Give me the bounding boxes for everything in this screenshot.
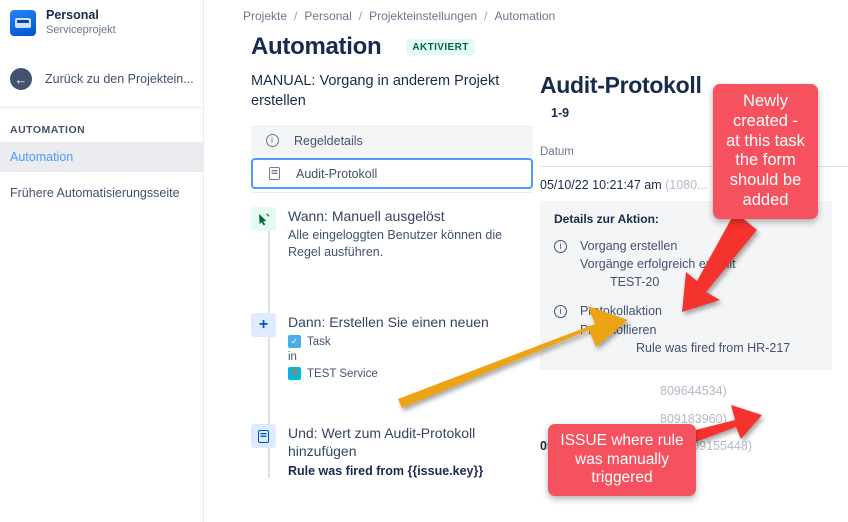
callout-line: should be [729, 171, 802, 190]
step-bold-value: Rule was fired from {{issue.key}} [288, 463, 484, 478]
page-header: Automation AKTIVIERT [205, 23, 848, 61]
audit-detail-box: Details zur Aktion: i Vorgang erstellen … [540, 201, 832, 370]
audit-title: Audit-Protokoll [540, 72, 702, 98]
audit-entry-id: 809644534) [660, 383, 727, 398]
audit-detail-value: Rule was fired from HR-217 [636, 340, 791, 355]
back-to-project-settings-link[interactable]: ← Zurück zu den Projektein... [0, 61, 203, 97]
step-target-project: TEST Service [288, 367, 489, 381]
sidebar-item-automation[interactable]: Automation [0, 142, 203, 173]
rule-step-create-issue[interactable]: + Dann: Erstellen Sie einen neuen ✓ Task… [251, 313, 531, 381]
document-icon [266, 167, 282, 181]
audit-detail-value: TEST-20 [610, 275, 660, 290]
rule-tabs: i Regeldetails Audit-Protokoll [251, 125, 533, 194]
tab-label: Regeldetails [294, 133, 363, 148]
project-avatar-icon [10, 9, 36, 36]
status-badge: AKTIVIERT [406, 39, 475, 55]
callout-newly-created: Newly created - at this task the form sh… [713, 84, 818, 219]
screen-root: Personal Serviceprojekt ← Zurück zu den … [0, 0, 848, 522]
breadcrumb-separator: / [358, 9, 363, 23]
callout-line: ISSUE where rule [560, 432, 684, 449]
breadcrumb-item-personal[interactable]: Personal [304, 9, 351, 23]
audit-detail-title: Vorgang erstellen [580, 239, 678, 253]
issue-type-label: Task [307, 335, 331, 348]
step-issue-type: ✓ Task [288, 335, 489, 349]
callout-line: Newly [743, 92, 788, 110]
audit-detail-title: Protokollaktion [580, 304, 662, 319]
audit-detail-group: i Vorgang erstellen Vorgänge erfolgreich… [554, 237, 832, 291]
step-title: Und: Wert zum Audit-Protokoll hinzufügen [288, 425, 476, 460]
rule-name: MANUAL: Vorgang in anderem Projekt erste… [251, 73, 500, 109]
sidebar-item-label: Automation [10, 150, 74, 165]
breadcrumb-item-projekteinstellungen[interactable]: Projekteinstellungen [369, 9, 477, 23]
sidebar: Personal Serviceprojekt ← Zurück zu den … [0, 0, 204, 522]
audit-entry-time[interactable]: 809644534) [660, 384, 848, 398]
project-type: Serviceprojekt [46, 24, 116, 37]
rule-column: MANUAL: Vorgang in anderem Projekt erste… [251, 72, 537, 478]
tab-audit-protokoll[interactable]: Audit-Protokoll [251, 158, 533, 190]
page-title: Automation [251, 33, 382, 60]
service-project-icon [288, 367, 301, 381]
sidebar-item-legacy-automation[interactable]: Frühere Automatisierungsseite [0, 178, 203, 208]
breadcrumb: Projekte / Personal / Projekteinstellung… [205, 0, 848, 23]
breadcrumb-item-projekte[interactable]: Projekte [243, 9, 287, 23]
task-icon: ✓ [288, 335, 301, 349]
sidebar-item-label: Frühere Automatisierungsseite [10, 186, 180, 201]
sidebar-section-label: AUTOMATION [10, 124, 86, 137]
info-circle-icon: i [554, 303, 568, 356]
plus-icon: + [251, 313, 276, 338]
rule-step-audit-value[interactable]: Und: Wert zum Audit-Protokoll hinzufügen… [251, 424, 531, 478]
step-title: Wann: Manuell ausgelöst [288, 208, 445, 225]
flow-gap [251, 261, 531, 313]
document-icon [251, 424, 276, 449]
rule-step-trigger[interactable]: Wann: Manuell ausgelöst Alle eingeloggte… [251, 207, 531, 261]
rule-flow: Wann: Manuell ausgelöst Alle eingeloggte… [251, 207, 531, 478]
target-project-label: TEST Service [307, 367, 378, 380]
step-subtitle: Alle eingeloggten Benutzer können die Re… [288, 228, 503, 260]
info-circle-icon: i [264, 134, 280, 148]
audit-entry-timestamp: 05/10/22 10:21:47 am [540, 178, 662, 192]
callout-line: the form [735, 151, 796, 170]
back-link-label: Zurück zu den Projektein... [45, 72, 194, 87]
breadcrumb-separator: / [294, 9, 298, 23]
callout-line: at this task [726, 131, 805, 150]
main-content: Projekte / Personal / Projekteinstellung… [205, 0, 848, 522]
callout-line: added [742, 190, 789, 209]
callout-line: created - [732, 111, 799, 130]
tab-label: Audit-Protokoll [296, 166, 378, 181]
breadcrumb-separator: / [484, 9, 488, 23]
audit-detail-line: Protokollieren [580, 322, 657, 337]
callout-line: was manually [575, 450, 669, 468]
audit-detail-line: Vorgänge erfolgreich erstellt [580, 257, 736, 272]
project-header[interactable]: Personal Serviceprojekt [0, 0, 203, 37]
cursor-trigger-icon [251, 207, 276, 232]
callout-line: triggered [591, 469, 653, 487]
tab-regeldetails[interactable]: i Regeldetails [251, 125, 533, 157]
project-name: Personal [46, 8, 99, 22]
audit-entry-id: (1080... [665, 178, 708, 192]
back-arrow-icon: ← [10, 68, 32, 91]
info-circle-icon: i [554, 238, 568, 291]
step-in-word: in [288, 351, 297, 364]
tabs-underline [251, 192, 533, 194]
breadcrumb-item-automation[interactable]: Automation [495, 9, 556, 23]
step-title: Dann: Erstellen Sie einen neuen [288, 314, 489, 331]
audit-detail-group: i Protokollaktion Protokollieren Rule wa… [554, 302, 832, 356]
flow-gap [251, 380, 531, 424]
callout-issue-triggered: ISSUE where rule was manually triggered [548, 424, 696, 496]
